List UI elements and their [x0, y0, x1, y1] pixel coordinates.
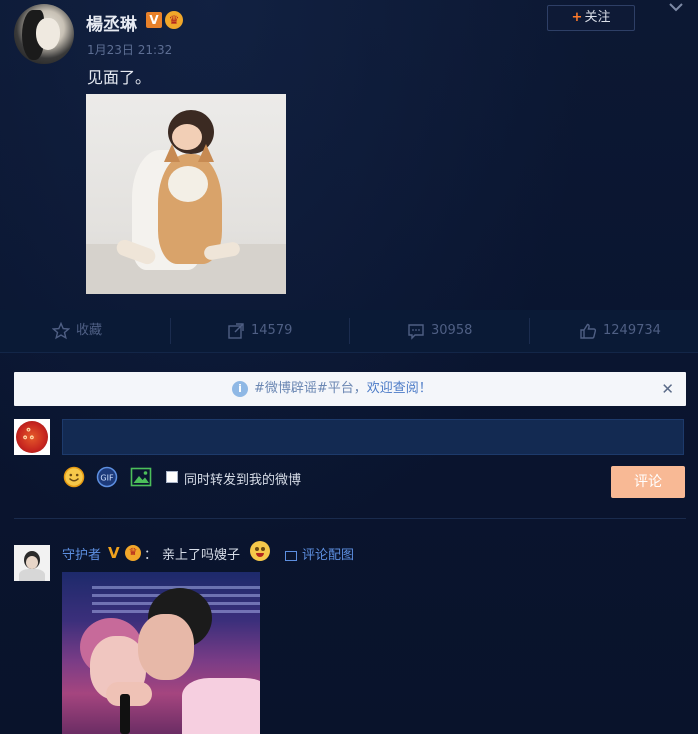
emoji-eye — [261, 547, 265, 551]
notice-message: #微博辟谣#平台， — [254, 381, 367, 396]
post-text: 见面了。 — [87, 68, 152, 87]
verified-badge-icon: V — [146, 12, 162, 28]
like-icon — [580, 323, 597, 339]
photo-dog-ear — [164, 144, 180, 162]
info-icon: i — [232, 381, 248, 397]
commenter-name[interactable]: 守护者 — [62, 544, 101, 563]
repost-checkbox[interactable] — [166, 471, 178, 483]
author-name[interactable]: 楊丞琳 — [86, 10, 137, 35]
action-divider — [170, 318, 171, 344]
weibo-post-page: 楊丞琳 V ♛ + 关注 1月23日 21:32 见面了。 收藏 14579 30… — [0, 0, 698, 734]
avatar-shoulders — [19, 569, 45, 581]
comment-image-link-label: 评论配图 — [302, 548, 355, 563]
avatar-face — [26, 556, 38, 569]
notice-link[interactable]: 欢迎查阅！ — [367, 381, 432, 396]
comment-image[interactable] — [62, 572, 260, 734]
repost-icon — [228, 322, 244, 339]
star-icon — [52, 321, 70, 339]
repost-count: 14579 — [251, 323, 293, 338]
svg-text:GIF: GIF — [100, 474, 114, 483]
like-count: 1249734 — [603, 323, 661, 338]
post-image[interactable] — [86, 94, 286, 294]
comment-count: 30958 — [431, 323, 473, 338]
emoji-eye — [255, 547, 259, 551]
photo-dog-face — [168, 166, 208, 202]
photo-person-face — [138, 614, 194, 680]
post-action-bar: 收藏 14579 30958 1249734 — [0, 310, 698, 353]
verified-badge-icon: V — [108, 544, 120, 562]
photo-microphone — [120, 694, 130, 734]
current-user-avatar[interactable]: ஃ — [14, 419, 50, 455]
action-divider — [529, 318, 530, 344]
avatar-glyph: ஃ — [23, 427, 34, 443]
rumor-notice-banner: i #微博辟谣#平台，欢迎查阅！ ✕ — [14, 372, 686, 406]
favorite-label: 收藏 — [76, 323, 103, 338]
close-icon[interactable]: ✕ — [661, 372, 674, 406]
chevron-down-icon[interactable] — [668, 1, 686, 15]
emoji-icon[interactable] — [63, 466, 85, 488]
repost-checkbox-label[interactable]: 同时转发到我的微博 — [184, 469, 301, 488]
vip-crown-icon: ♛ — [165, 11, 183, 29]
vip-crown-icon: ♛ — [125, 545, 141, 561]
photo-shirt — [182, 678, 260, 734]
post-timestamp[interactable]: 1月23日 21:32 — [87, 41, 172, 58]
comment-input[interactable] — [62, 419, 684, 455]
comment-colon: ： — [144, 548, 158, 563]
avatar-face — [36, 18, 60, 50]
author-avatar[interactable] — [14, 4, 74, 64]
comment-image-link[interactable]: 评论配图 — [285, 544, 354, 563]
commenter-avatar[interactable] — [14, 545, 50, 581]
comment-text: 亲上了吗嫂子 — [162, 548, 241, 563]
comment-icon — [408, 323, 424, 340]
like-action[interactable]: 1249734 — [579, 310, 661, 352]
follow-label: 关注 — [584, 10, 611, 25]
photo-dog-ear — [198, 144, 214, 162]
comment-action[interactable]: 30958 — [407, 310, 472, 352]
emoji-mouth — [256, 553, 264, 557]
picture-icon — [285, 551, 297, 561]
image-icon[interactable] — [130, 467, 152, 487]
plus-icon: + — [571, 10, 583, 25]
doge-emoji-icon — [250, 541, 270, 561]
gif-icon[interactable]: GIF — [96, 466, 118, 488]
submit-comment-button[interactable]: 评论 — [611, 466, 685, 498]
notice-text: #微博辟谣#平台，欢迎查阅！ — [254, 372, 432, 406]
section-divider — [14, 518, 686, 519]
follow-button[interactable]: + 关注 — [547, 5, 635, 31]
repost-action[interactable]: 14579 — [227, 310, 292, 352]
favorite-action[interactable]: 收藏 — [52, 310, 102, 352]
action-divider — [349, 318, 350, 344]
